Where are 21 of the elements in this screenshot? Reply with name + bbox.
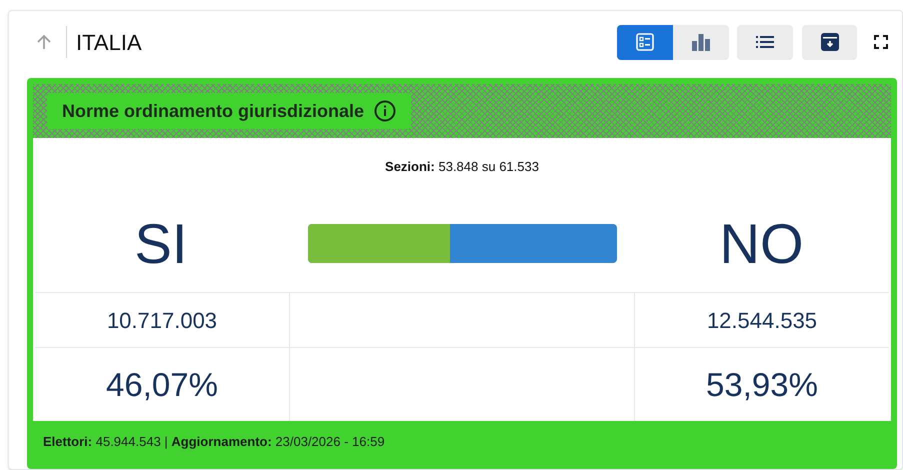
footer-info: Elettori: 45.944.543 | Aggiornamento: 23/03/2026 - 16:59: [43, 433, 385, 452]
list-icon: [756, 35, 774, 49]
up-arrow-icon[interactable]: [35, 33, 53, 51]
fullscreen-icon[interactable]: [874, 35, 888, 49]
yes-label: SI: [134, 216, 188, 272]
no-percent: 53,93%: [706, 364, 818, 405]
no-votes: 12.544.535: [706, 306, 818, 334]
list-button[interactable]: [737, 24, 793, 60]
yes-percent: 46,07%: [106, 364, 218, 405]
summary-view-button[interactable]: [617, 24, 673, 60]
chart-view-button[interactable]: [673, 24, 729, 60]
referendum-title: Norme ordinamento giurisdizionale: [62, 100, 364, 123]
bar-chart-icon: [691, 33, 711, 51]
download-button[interactable]: [802, 24, 857, 60]
info-icon[interactable]: [374, 100, 396, 122]
page-title: ITALIA: [76, 28, 142, 56]
summary-icon: [636, 33, 654, 51]
no-label: NO: [720, 216, 804, 272]
archive-icon: [820, 33, 838, 51]
sections-count: Sezioni: 53.848 su 61.533: [385, 158, 539, 176]
yes-votes: 10.717.003: [106, 306, 218, 334]
